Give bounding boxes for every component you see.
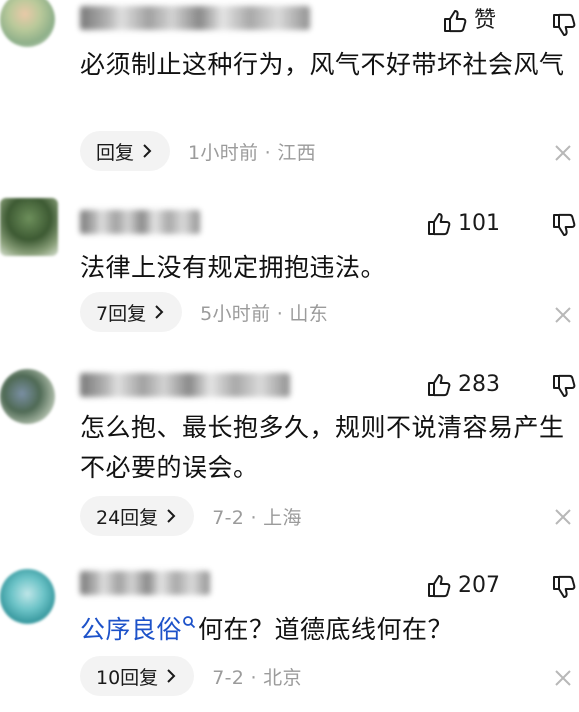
avatar[interactable] [0,569,55,624]
comment-text: 怎么抱、最长抱多久，规则不说清容易产生不必要的误会。 [80,413,565,482]
close-icon[interactable] [553,668,573,688]
thumbs-up-icon [428,374,451,397]
topic-link[interactable]: 公序良俗 [80,615,182,644]
search-icon[interactable] [182,615,196,629]
reply-label: 7回复 [96,302,147,325]
thumbs-down-icon [553,575,576,598]
username-blurred[interactable] [80,6,310,30]
dislike-button[interactable] [551,12,577,38]
close-icon[interactable] [553,305,573,325]
reply-button[interactable]: 回复 [80,131,171,171]
username-blurred[interactable] [80,373,290,397]
reply-button[interactable]: 10回复 [80,656,195,696]
like-button[interactable]: 101 [426,211,500,237]
comment-text-rest: 何在？道德底线何在？ [198,615,454,644]
like-button[interactable]: 283 [426,372,500,398]
comment-feed: 赞 必须制止这种行为，风气不好带坏社会风气 回复 1小时前 · 江西 101 法… [0,0,579,712]
thumbs-up-icon [444,10,467,33]
chevron-right-icon [143,144,152,158]
like-count: 101 [458,211,500,236]
username-blurred[interactable] [80,210,200,234]
comment-meta: 1小时前 · 江西 [188,141,316,164]
comment-meta: 5小时前 · 山东 [200,302,329,325]
thumbs-up-icon [428,213,451,236]
avatar[interactable] [0,369,55,424]
chevron-right-icon [155,305,164,319]
close-icon[interactable] [553,143,573,163]
comment-meta: 7-2 · 上海 [212,506,302,529]
comment-text: 必须制止这种行为，风气不好带坏社会风气 [80,50,565,79]
thumbs-down-icon [553,213,576,236]
username-blurred[interactable] [80,571,210,595]
close-icon[interactable] [553,507,573,527]
reply-button[interactable]: 24回复 [80,496,195,536]
like-count: 赞 [474,8,497,33]
like-count: 283 [458,372,500,397]
reply-row: 7回复 5小时前 · 山东 [80,292,328,332]
reply-label: 回复 [96,141,135,164]
chevron-right-icon [167,509,176,523]
chevron-right-icon [167,669,176,683]
reply-row: 10回复 7-2 · 北京 [80,656,302,696]
thumbs-down-icon [553,13,576,36]
avatar[interactable] [0,198,58,256]
reply-row: 回复 1小时前 · 江西 [80,131,316,171]
reply-row: 24回复 7-2 · 上海 [80,496,302,536]
reply-button[interactable]: 7回复 [80,292,183,332]
comment-text: 法律上没有规定拥抱违法。 [80,253,387,282]
like-count: 207 [458,573,500,598]
like-button[interactable]: 207 [426,573,500,599]
thumbs-down-icon [553,374,576,397]
dislike-button[interactable] [551,574,577,600]
reply-label: 24回复 [96,506,159,529]
like-button[interactable]: 赞 [442,8,496,34]
comment-text: 公序良俗 何在？道德底线何在？ [80,610,565,650]
dislike-button[interactable] [551,373,577,399]
dislike-button[interactable] [551,212,577,238]
comment-meta: 7-2 · 北京 [212,666,302,689]
thumbs-up-icon [428,575,451,598]
avatar[interactable] [0,0,55,47]
reply-label: 10回复 [96,666,159,689]
